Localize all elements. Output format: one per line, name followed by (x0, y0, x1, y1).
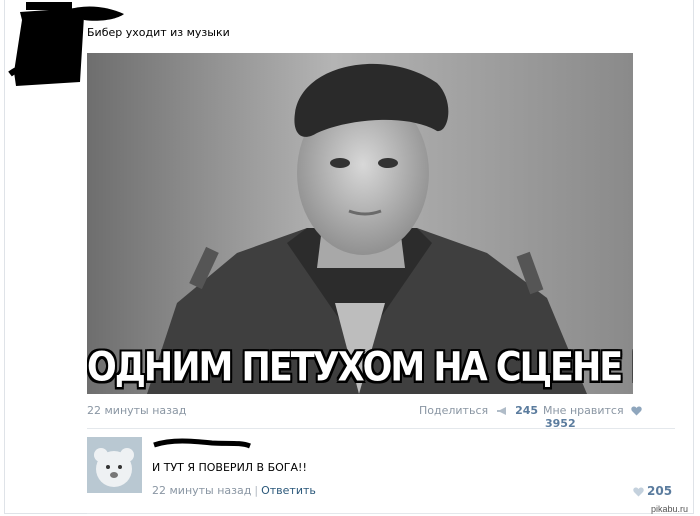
comment-like-count: 205 (647, 484, 673, 498)
post-text: Бибер уходит из музыки (87, 26, 230, 39)
separator: | (254, 484, 259, 497)
heart-icon (631, 406, 642, 416)
like-label: Мне нравится (543, 404, 624, 417)
megaphone-icon (496, 407, 506, 415)
share-label: Поделиться (419, 404, 489, 417)
post-time[interactable]: 22 минуты назад (87, 404, 186, 417)
comment-meta: 22 минуты назад | Ответить (152, 484, 316, 497)
heart-icon (633, 487, 644, 497)
post-meta: 22 минуты назад Поделиться 245 Мне нрави… (87, 402, 675, 430)
comment-avatar[interactable] (87, 437, 142, 493)
share-button[interactable]: Поделиться 245 (419, 404, 538, 417)
comment-text: И ТУТ Я ПОВЕРИЛ В БОГА!! (152, 461, 307, 474)
reply-link[interactable]: Ответить (261, 484, 316, 497)
like-button[interactable]: Мне нравится 3952 (543, 404, 675, 430)
image-caption: ОДНИМ ПЕТУХОМ НА СЦЕНЕ МЕНЬШЕ (87, 345, 633, 391)
redacted-commenter-name (153, 438, 251, 449)
watermark: pikabu.ru (651, 504, 689, 514)
bottom-divider (87, 513, 675, 514)
comment-time[interactable]: 22 минуты назад (152, 484, 251, 497)
comment-like-button[interactable]: 205 (633, 484, 672, 498)
post-photo[interactable]: ОДНИМ ПЕТУХОМ НА СЦЕНЕ МЕНЬШЕ (87, 53, 633, 394)
share-count: 245 (515, 404, 539, 417)
divider (87, 428, 675, 429)
